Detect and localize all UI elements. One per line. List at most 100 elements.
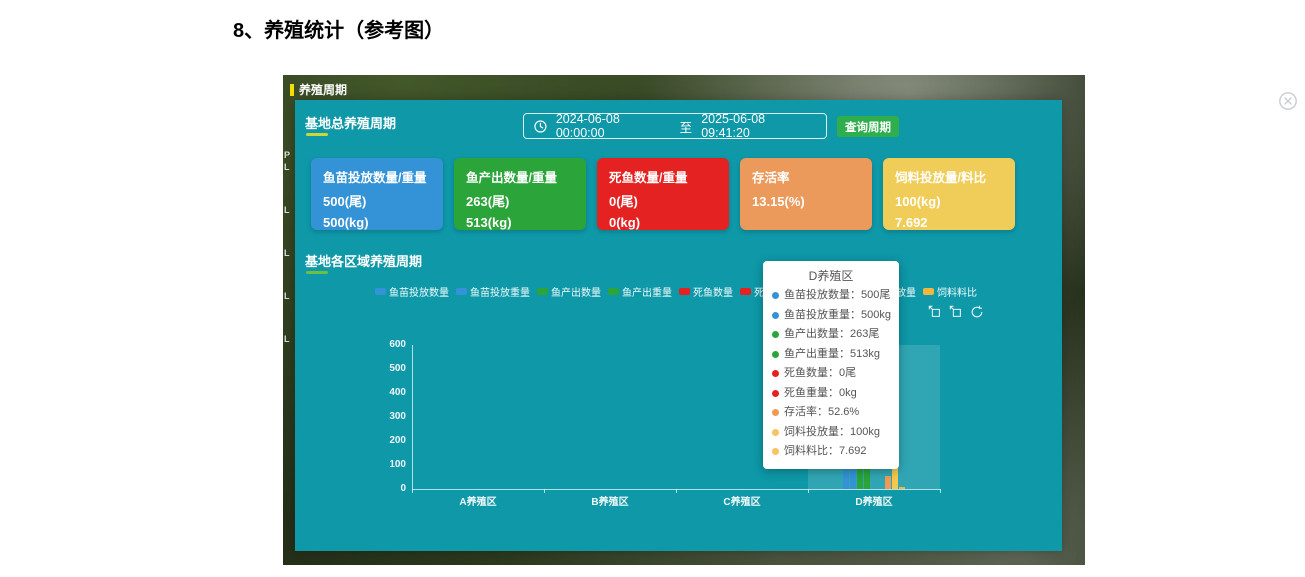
stat-card-value: 0(kg) — [609, 212, 717, 233]
legend-marker-icon — [608, 288, 619, 295]
x-axis-tickmark — [940, 489, 941, 493]
series-dot-icon — [772, 448, 779, 455]
series-dot-icon — [772, 429, 779, 436]
series-dot-icon — [772, 409, 779, 416]
y-axis-tick-label: 200 — [372, 435, 406, 446]
legend-label: 死鱼数量 — [693, 284, 733, 299]
stat-card-title: 死鱼数量/重量 — [609, 167, 717, 186]
tooltip-item-text: 鱼苗投放重量：500kg — [784, 306, 891, 326]
series-dot-icon — [772, 351, 779, 358]
stat-card-value: 100(kg) — [895, 191, 1003, 212]
chart-bar-饲料料比[interactable] — [899, 487, 905, 489]
series-dot-icon — [772, 292, 779, 299]
page: 8、养殖统计（参考图） 养殖周期 PLLLLL 基地总养殖周期 2024-06-… — [0, 0, 1305, 577]
series-dot-icon — [772, 390, 779, 397]
section-title-regions: 基地各区域养殖周期 — [305, 251, 422, 270]
y-axis-tick-label: 400 — [372, 387, 406, 398]
background-letter: L — [284, 248, 290, 258]
query-cycle-button[interactable]: 查询周期 — [837, 116, 899, 137]
chart-bar-存活率[interactable] — [885, 476, 891, 489]
legend-marker-icon — [923, 288, 934, 295]
tooltip-items: 鱼苗投放数量：500尾鱼苗投放重量：500kg鱼产出数量：263尾鱼产出重量：5… — [772, 286, 890, 462]
section-underline — [306, 271, 328, 274]
background-letter: L — [284, 162, 290, 172]
stat-card-value: 500(尾) — [323, 191, 431, 212]
section-underline — [306, 133, 328, 136]
stat-card-2: 死鱼数量/重量0(尾)0(kg) — [597, 158, 729, 230]
series-dot-icon — [772, 312, 779, 319]
chart-bar-饲料投放量[interactable] — [892, 465, 898, 489]
stat-card-value: 7.692 — [895, 212, 1003, 233]
stat-card-value: 13.15(%) — [752, 191, 860, 212]
stat-card-value: 500(kg) — [323, 212, 431, 233]
legend-item-1[interactable]: 鱼苗投放重量 — [456, 284, 530, 299]
tooltip-item-text: 鱼产出重量：513kg — [784, 345, 880, 365]
background-letter: L — [284, 334, 290, 344]
window-title-marker — [290, 84, 294, 96]
tooltip-item-text: 饲料料比：7.692 — [784, 442, 867, 462]
legend-item-4[interactable]: 死鱼数量 — [679, 284, 733, 299]
tooltip-item: 鱼产出数量：263尾 — [772, 325, 890, 345]
restore-icon[interactable] — [970, 305, 984, 319]
chart-tooltip: D养殖区 鱼苗投放数量：500尾鱼苗投放重量：500kg鱼产出数量：263尾鱼产… — [763, 261, 899, 469]
legend-marker-icon — [679, 288, 690, 295]
legend-item-0[interactable]: 鱼苗投放数量 — [375, 284, 449, 299]
chart-toolbox — [928, 305, 984, 319]
tooltip-item: 死鱼重量：0kg — [772, 384, 890, 404]
legend-item-2[interactable]: 鱼产出数量 — [537, 284, 601, 299]
x-axis-category-label: C养殖区 — [676, 493, 808, 508]
tooltip-item: 鱼苗投放数量：500尾 — [772, 286, 890, 306]
tooltip-item-text: 鱼苗投放数量：500尾 — [784, 286, 890, 306]
stat-card-title: 饲料投放量/料比 — [895, 167, 1003, 186]
close-icon — [1278, 91, 1298, 111]
stat-card-value: 263(尾) — [466, 191, 574, 212]
x-axis-category-label: D养殖区 — [808, 493, 940, 508]
box-zoom-icon[interactable] — [928, 305, 942, 319]
tooltip-item: 鱼苗投放重量：500kg — [772, 306, 890, 326]
zoom-reset-icon[interactable] — [949, 305, 963, 319]
tooltip-item-text: 死鱼数量：0尾 — [784, 364, 856, 384]
y-axis-line — [412, 345, 413, 489]
clock-icon — [534, 120, 547, 133]
tooltip-item: 鱼产出重量：513kg — [772, 345, 890, 365]
stat-card-4: 饲料投放量/料比 100(kg)7.692 — [883, 158, 1015, 230]
stat-card-title: 存活率 — [752, 167, 860, 186]
legend-label: 鱼产出数量 — [551, 284, 601, 299]
tooltip-item-text: 饲料投放量：100kg — [784, 423, 880, 443]
legend-marker-icon — [456, 288, 467, 295]
tooltip-item-text: 存活率：52.6% — [784, 403, 859, 423]
legend-label: 鱼苗投放数量 — [389, 284, 449, 299]
background-letter: L — [284, 291, 290, 301]
tooltip-title: D养殖区 — [772, 267, 890, 286]
stat-card-value: 513(kg) — [466, 212, 574, 233]
close-button[interactable] — [1278, 91, 1298, 111]
stat-card-3: 存活率 13.15(%) — [740, 158, 872, 230]
stat-card-1: 鱼产出数量/重量263(尾)513(kg) — [454, 158, 586, 230]
tooltip-item-text: 鱼产出数量：263尾 — [784, 325, 879, 345]
background-letter: L — [284, 205, 290, 215]
date-start[interactable]: 2024-06-08 00:00:00 — [556, 112, 671, 140]
tooltip-item: 饲料料比：7.692 — [772, 442, 890, 462]
legend-item-3[interactable]: 鱼产出重量 — [608, 284, 672, 299]
x-axis-category-label: A养殖区 — [412, 493, 544, 508]
legend-label: 鱼产出重量 — [622, 284, 672, 299]
tooltip-item: 饲料投放量：100kg — [772, 423, 890, 443]
date-end[interactable]: 2025-06-08 09:41:20 — [701, 112, 816, 140]
window-header: 养殖周期 — [290, 81, 347, 98]
x-axis-category-label: B养殖区 — [544, 493, 676, 508]
y-axis-tick-label: 600 — [372, 339, 406, 350]
background-letter: P — [284, 150, 290, 160]
date-range-picker[interactable]: 2024-06-08 00:00:00 至 2025-06-08 09:41:2… — [523, 113, 827, 139]
tooltip-item: 存活率：52.6% — [772, 403, 890, 423]
y-axis-tick-label: 300 — [372, 411, 406, 422]
y-axis-tick-label: 100 — [372, 459, 406, 470]
series-dot-icon — [772, 370, 779, 377]
tooltip-item: 死鱼数量：0尾 — [772, 364, 890, 384]
legend-label: 鱼苗投放重量 — [470, 284, 530, 299]
legend-marker-icon — [375, 288, 386, 295]
section-title-total: 基地总养殖周期 — [305, 113, 396, 132]
legend-item-8[interactable]: 饲料料比 — [923, 284, 977, 299]
date-to-label: 至 — [680, 117, 693, 136]
stat-card-title: 鱼苗投放数量/重量 — [323, 167, 431, 186]
legend-marker-icon — [740, 288, 751, 295]
